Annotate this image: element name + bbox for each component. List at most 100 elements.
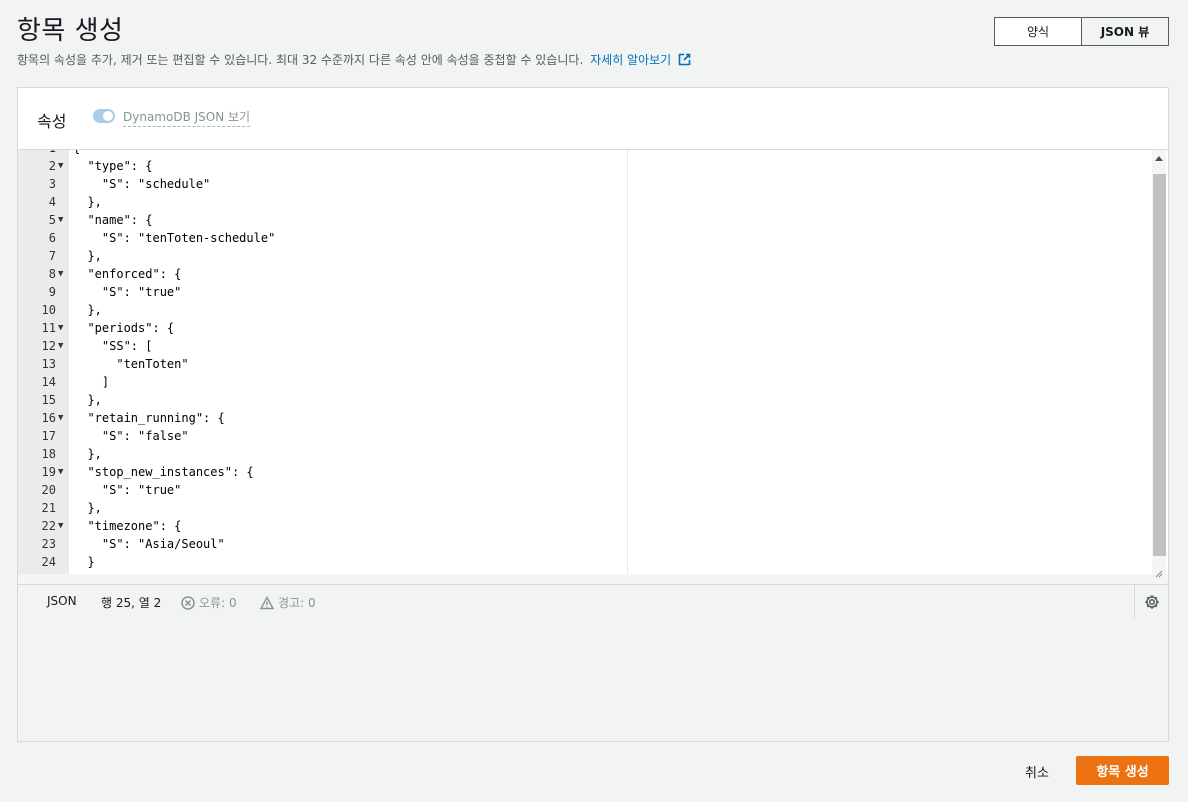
- view-mode-toggle: 양식 JSON 뷰: [994, 17, 1169, 46]
- line-number: 21: [41, 501, 56, 515]
- cancel-button[interactable]: 취소: [1011, 757, 1063, 785]
- code-text: "timezone": {: [73, 519, 182, 533]
- horizontal-scrollbar[interactable]: [18, 574, 1168, 584]
- line-number: 2: [48, 159, 56, 173]
- code-line[interactable]: 16 ▼ "retain_running": {: [18, 409, 1148, 427]
- resize-grip-icon[interactable]: [1153, 568, 1163, 578]
- code-text: "enforced": {: [73, 267, 182, 281]
- code-line[interactable]: 22 ▼ "timezone": {: [18, 517, 1148, 535]
- code-line[interactable]: 9 "S": "true": [18, 283, 1148, 301]
- attributes-header: 속성 DynamoDB JSON 보기: [18, 88, 1168, 150]
- warning-count: 경고: 0: [260, 594, 316, 611]
- line-number: 24: [41, 555, 56, 569]
- line-number: 22: [41, 519, 56, 533]
- code-text: },: [73, 501, 102, 515]
- code-text: "S": "Asia/Seoul": [73, 537, 225, 551]
- code-line[interactable]: 10 },: [18, 301, 1148, 319]
- code-line[interactable]: 7 },: [18, 247, 1148, 265]
- json-view-button[interactable]: JSON 뷰: [1082, 18, 1168, 45]
- fold-arrow-icon[interactable]: ▼: [58, 211, 68, 229]
- toggle-knob: [103, 111, 113, 121]
- editor-settings-button[interactable]: [1134, 585, 1168, 619]
- code-text: }: [73, 555, 95, 569]
- code-line[interactable]: 15 },: [18, 391, 1148, 409]
- line-number: 3: [48, 177, 56, 191]
- line-number: 4: [48, 195, 56, 209]
- line-number: 12: [41, 339, 56, 353]
- learn-more-label: 자세히 알아보기: [590, 53, 672, 67]
- cursor-position: 행 25, 열 2: [101, 596, 162, 610]
- fold-arrow-icon[interactable]: ▼: [58, 517, 68, 535]
- fold-arrow-icon[interactable]: ▼: [58, 265, 68, 283]
- code-line[interactable]: 14 ]: [18, 373, 1148, 391]
- code-text: "tenToten": [73, 357, 189, 371]
- code-text: },: [73, 393, 102, 407]
- code-line[interactable]: 19 ▼ "stop_new_instances": {: [18, 463, 1148, 481]
- dynamodb-json-toggle[interactable]: [93, 109, 115, 123]
- code-text: "type": {: [73, 159, 153, 173]
- page-description-text: 항목의 속성을 추가, 제거 또는 편집할 수 있습니다. 최대 32 수준까지…: [17, 53, 584, 67]
- fold-arrow-icon[interactable]: ▼: [58, 157, 68, 175]
- code-text: },: [73, 303, 102, 317]
- fold-arrow-icon[interactable]: ▼: [58, 150, 68, 157]
- attributes-panel: 속성 DynamoDB JSON 보기 1▼{2▼ "type": {3 "S"…: [17, 87, 1169, 742]
- code-text: {: [73, 150, 80, 157]
- scrollbar-thumb[interactable]: [1153, 174, 1166, 556]
- code-line[interactable]: 3 "S": "schedule": [18, 175, 1148, 193]
- learn-more-link[interactable]: 자세히 알아보기: [590, 53, 691, 67]
- code-text: "stop_new_instances": {: [73, 465, 254, 479]
- line-number: 19: [41, 465, 56, 479]
- line-number: 23: [41, 537, 56, 551]
- line-number: 11: [41, 321, 56, 335]
- line-number: 1: [18, 150, 56, 157]
- code-text: "S": "tenToten-schedule": [73, 231, 276, 245]
- code-text: "SS": [: [73, 339, 153, 353]
- fold-arrow-icon[interactable]: ▼: [58, 337, 68, 355]
- code-line[interactable]: 6 "S": "tenToten-schedule": [18, 229, 1148, 247]
- dynamodb-json-toggle-label[interactable]: DynamoDB JSON 보기: [123, 108, 251, 127]
- warning-icon: [260, 595, 274, 609]
- line-number: 6: [48, 231, 56, 245]
- scroll-up-arrow-icon[interactable]: [1155, 156, 1163, 161]
- code-text: "retain_running": {: [73, 411, 225, 425]
- line-number: 17: [41, 429, 56, 443]
- error-count-label: 오류: 0: [199, 596, 237, 610]
- code-line[interactable]: 24 }: [18, 553, 1148, 571]
- code-line[interactable]: 23 "S": "Asia/Seoul": [18, 535, 1148, 553]
- line-number: 18: [41, 447, 56, 461]
- code-line[interactable]: 18 },: [18, 445, 1148, 463]
- fold-arrow-icon[interactable]: ▼: [58, 463, 68, 481]
- code-line[interactable]: 8 ▼ "enforced": {: [18, 265, 1148, 283]
- code-line[interactable]: 20 "S": "true": [18, 481, 1148, 499]
- code-line[interactable]: 12 ▼ "SS": [: [18, 337, 1148, 355]
- line-number: 15: [41, 393, 56, 407]
- code-text: },: [73, 447, 102, 461]
- code-line[interactable]: 5 ▼ "name": {: [18, 211, 1148, 229]
- json-code-editor[interactable]: 1▼{2▼ "type": {3 "S": "schedule"4 },5▼ "…: [18, 150, 1168, 584]
- page-description: 항목의 속성을 추가, 제거 또는 편집할 수 있습니다. 최대 32 수준까지…: [17, 51, 691, 68]
- code-text: "S": "schedule": [73, 177, 211, 191]
- code-line[interactable]: 2 ▼ "type": {: [18, 157, 1148, 175]
- code-line[interactable]: 1▼ {: [18, 150, 1148, 157]
- create-item-button[interactable]: 항목 생성: [1076, 756, 1169, 785]
- error-icon: [181, 595, 195, 610]
- code-text: "S": "true": [73, 483, 182, 497]
- code-text: "periods": {: [73, 321, 175, 335]
- error-count: 오류: 0: [181, 594, 237, 611]
- line-number: 7: [48, 249, 56, 263]
- code-line[interactable]: 21 },: [18, 499, 1148, 517]
- code-text: },: [73, 195, 102, 209]
- code-line[interactable]: 4 },: [18, 193, 1148, 211]
- code-line[interactable]: 13 "tenToten": [18, 355, 1148, 373]
- code-text: "name": {: [73, 213, 153, 227]
- code-text: "S": "false": [73, 429, 189, 443]
- line-number: 8: [48, 267, 56, 281]
- warning-count-label: 경고: 0: [278, 596, 316, 610]
- form-view-button[interactable]: 양식: [995, 18, 1082, 45]
- gear-icon: [1144, 595, 1159, 609]
- vertical-scrollbar[interactable]: [1152, 150, 1166, 584]
- fold-arrow-icon[interactable]: ▼: [58, 409, 68, 427]
- code-line[interactable]: 17 "S": "false": [18, 427, 1148, 445]
- code-line[interactable]: 11 ▼ "periods": {: [18, 319, 1148, 337]
- fold-arrow-icon[interactable]: ▼: [58, 319, 68, 337]
